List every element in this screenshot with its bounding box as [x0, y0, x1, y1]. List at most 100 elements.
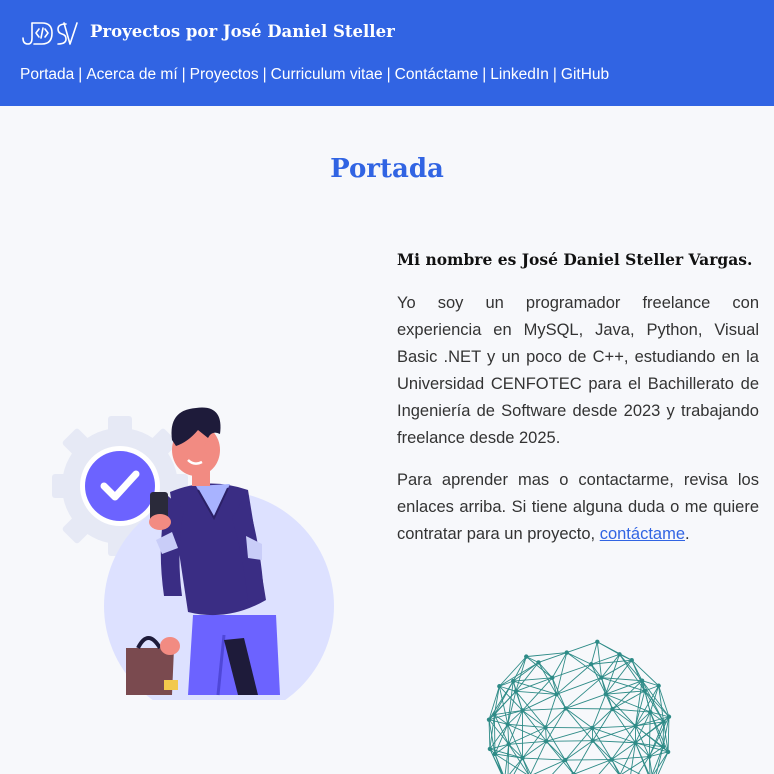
- network-edge: [590, 641, 598, 665]
- nav-link-contactame[interactable]: Contáctame: [395, 66, 479, 83]
- nav-separator: |: [482, 66, 487, 83]
- network-node: [487, 746, 493, 752]
- network-node: [511, 678, 516, 684]
- network-node: [543, 725, 548, 730]
- nav-link-github[interactable]: GitHub: [561, 66, 609, 83]
- network-edge: [556, 663, 592, 695]
- network-node: [633, 723, 638, 729]
- network-edge: [565, 708, 593, 729]
- network-edge: [489, 748, 503, 774]
- network-node: [665, 749, 671, 755]
- nav-link-linkedin[interactable]: LinkedIn: [490, 66, 549, 83]
- network-node: [564, 650, 569, 655]
- network-edge: [597, 641, 620, 655]
- network-node: [492, 712, 497, 717]
- site-header: Proyectos por José Daniel Steller Portad…: [0, 0, 774, 106]
- nav-separator: |: [262, 66, 267, 83]
- network-node: [629, 657, 634, 663]
- network-edge: [612, 708, 636, 727]
- programmer-illustration: [52, 407, 334, 700]
- network-edge: [655, 746, 664, 774]
- network-node: [520, 755, 525, 761]
- contact-paragraph: Para aprender mas o contactarme, revisa …: [397, 467, 759, 548]
- network-edge: [611, 756, 650, 760]
- main-nav: Portada | Acerca de mí | Proyectos | Curriculu…: [20, 66, 609, 84]
- network-node: [536, 660, 541, 665]
- network-edge: [658, 685, 670, 717]
- network-edge: [551, 652, 568, 679]
- network-node: [595, 639, 600, 645]
- nav-separator: |: [181, 66, 186, 83]
- checkmark-icon: [80, 446, 160, 526]
- network-node: [647, 754, 652, 759]
- site-title: Proyectos por José Daniel Steller: [90, 22, 395, 41]
- network-node: [513, 689, 519, 694]
- network-edge: [598, 759, 613, 774]
- network-edge: [637, 756, 650, 774]
- network-node: [599, 675, 604, 680]
- contact-link[interactable]: contáctame: [600, 525, 685, 543]
- network-node: [520, 708, 525, 713]
- contact-paragraph-end: .: [685, 525, 690, 543]
- network-edge: [522, 693, 557, 711]
- network-edge: [522, 757, 532, 774]
- network-edge: [566, 652, 592, 665]
- network-edge: [545, 726, 593, 729]
- network-edge: [565, 708, 594, 742]
- network-node: [544, 739, 549, 744]
- intro-content: Mi nombre es José Daniel Steller Vargas.…: [397, 246, 759, 563]
- network-edge: [565, 693, 606, 709]
- network-node: [656, 683, 661, 688]
- network-node: [590, 738, 595, 743]
- network-node: [497, 684, 502, 689]
- network-edge: [538, 662, 553, 679]
- geodesic-sphere-icon: [486, 639, 672, 774]
- network-node: [563, 706, 568, 711]
- network-edge: [573, 740, 594, 774]
- bio-paragraph: Yo soy un programador freelance con expe…: [397, 294, 759, 447]
- nav-link-proyectos[interactable]: Proyectos: [190, 66, 259, 83]
- network-edge: [507, 681, 514, 725]
- network-edge: [522, 757, 566, 761]
- network-node: [660, 744, 666, 750]
- network-edge: [522, 707, 566, 711]
- network-node: [554, 692, 559, 697]
- network-edge: [566, 652, 602, 679]
- jdsv-logo-icon[interactable]: [20, 18, 78, 48]
- network-edge: [507, 724, 510, 745]
- network-node: [590, 725, 595, 731]
- network-edge: [533, 759, 566, 774]
- nav-link-portada[interactable]: Portada: [20, 66, 74, 83]
- contact-paragraph-text: Para aprender mas o contactarme, revisa …: [397, 471, 759, 543]
- nav-separator: |: [552, 66, 557, 83]
- network-edge: [592, 740, 620, 774]
- nav-link-curriculum[interactable]: Curriculum vitae: [271, 66, 383, 83]
- network-edge: [592, 725, 636, 729]
- network-edge: [565, 759, 612, 761]
- network-edge: [564, 759, 574, 774]
- network-node: [563, 757, 568, 763]
- network-node: [550, 675, 555, 681]
- network-node: [610, 706, 615, 712]
- nav-link-acerca[interactable]: Acerca de mí: [86, 66, 177, 83]
- network-node: [642, 688, 647, 694]
- network-node: [505, 722, 510, 727]
- network-node: [506, 742, 511, 747]
- network-edge: [546, 740, 593, 742]
- network-edge: [530, 741, 547, 774]
- network-edge: [551, 677, 567, 709]
- network-node: [609, 757, 614, 762]
- network-edge: [565, 707, 613, 710]
- network-node: [666, 714, 672, 719]
- intro-heading: Mi nombre es José Daniel Steller Vargas.: [397, 250, 753, 269]
- nav-separator: |: [78, 66, 83, 83]
- network-node: [639, 678, 645, 683]
- network-node: [661, 719, 666, 725]
- network-edge: [556, 677, 602, 695]
- network-node: [617, 652, 622, 657]
- network-node: [589, 662, 594, 667]
- nav-separator: |: [386, 66, 391, 83]
- network-node: [603, 691, 608, 697]
- network-edge: [662, 721, 665, 747]
- network-node: [633, 740, 638, 745]
